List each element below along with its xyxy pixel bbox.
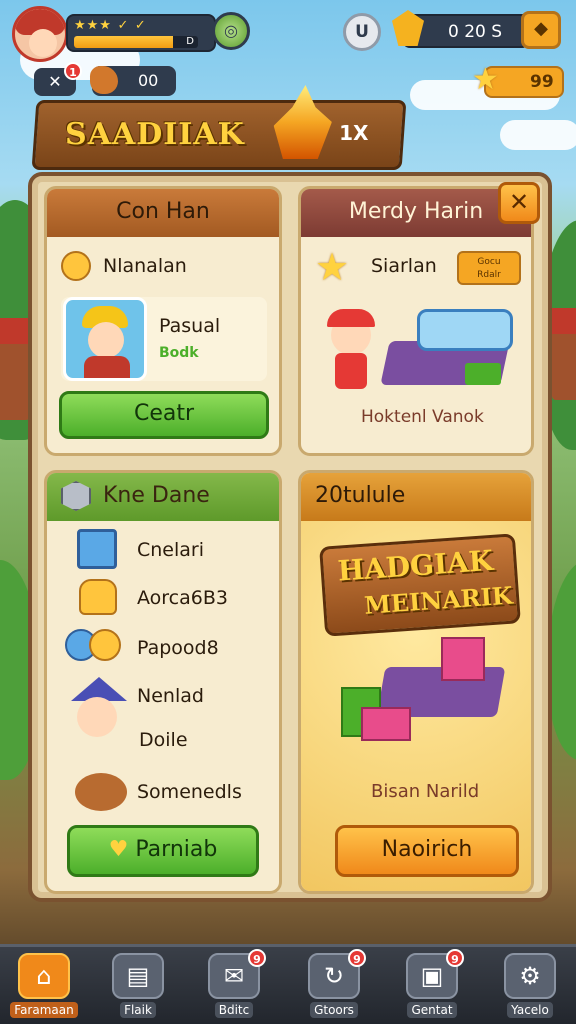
nav-item-home[interactable]: ⌂ Faramaan	[8, 953, 80, 1023]
nav-label: Gentat	[407, 1002, 457, 1018]
nav-item-chest[interactable]: ▣ 9 Gentat	[396, 949, 468, 1023]
cards-icon: ▤	[112, 953, 164, 999]
promo-button[interactable]: Naoirich	[335, 825, 519, 877]
list-item[interactable]: Cnelari	[137, 539, 204, 561]
notification-badge: 9	[348, 949, 366, 967]
coin-icon[interactable]: ◎	[212, 12, 250, 50]
xp-panel: ★★★ ✓ ✓ D	[66, 14, 216, 52]
folder-icon	[77, 529, 117, 569]
coin-icon	[61, 251, 91, 281]
resource-value: 00	[138, 71, 159, 90]
add-gems-button[interactable]: ◆	[521, 11, 561, 49]
pet-icon	[75, 773, 127, 811]
star-value: 99	[530, 72, 554, 92]
row-label: Siarlan	[371, 255, 437, 277]
card-caption: Bisan Narild	[371, 781, 480, 802]
heart-icon: ♥	[108, 837, 129, 862]
nav-item-settings[interactable]: ⚙ Yacelo	[494, 953, 566, 1023]
item-title: Pasual	[159, 315, 221, 337]
nav-item-mail[interactable]: ✉ 9 Bditc	[198, 949, 270, 1023]
notification-badge: 9	[248, 949, 266, 967]
item-subtitle: Bodk	[159, 345, 199, 361]
offer-tag[interactable]: Gocu Rdalr	[457, 251, 521, 285]
claim-button-label: Parniab	[135, 837, 218, 862]
card-title: Merdy Harin	[301, 189, 531, 237]
resource-counter[interactable]: 00	[90, 66, 176, 96]
card-kne-dane: Kne Dane Cnelari Aorca6B3 Papood8 Nenlad…	[44, 470, 282, 894]
xp-progress-bar: D	[74, 36, 198, 48]
row-label: Nlanalan	[103, 255, 187, 277]
card-title: Con Han	[47, 189, 279, 237]
notification-badge: 9	[446, 949, 464, 967]
offer-illustration	[325, 309, 515, 399]
title-banner: SAADIIAK 1X	[31, 100, 407, 170]
card-title: 20tulule	[301, 473, 531, 521]
xp-end: D	[186, 36, 194, 47]
gem-value: 0 20 S	[448, 22, 503, 42]
nav-label: Gtoors	[310, 1002, 358, 1018]
sale-line-1: HADGIAK	[336, 543, 495, 588]
helmet-icon	[79, 579, 117, 615]
nav-label: Yacelo	[507, 1002, 553, 1018]
nav-label: Faramaan	[10, 1002, 78, 1018]
home-icon: ⌂	[18, 953, 70, 999]
gift-illustration	[341, 637, 506, 747]
coin-gold-icon	[89, 629, 121, 661]
page-title: SAADIIAK	[65, 117, 245, 152]
list-item[interactable]: Somenedls	[137, 781, 242, 803]
nav-item-cards[interactable]: ▤ Flaik	[102, 953, 174, 1023]
star-icon: ★	[315, 245, 350, 289]
player-avatar[interactable]	[12, 6, 68, 62]
close-chip[interactable]: ✕ 1	[34, 62, 82, 96]
level-stars: ★★★ ✓ ✓	[74, 18, 147, 33]
close-button[interactable]: ✕	[498, 182, 540, 224]
nav-label: Flaik	[120, 1002, 156, 1018]
close-icon: ✕	[508, 188, 530, 216]
sale-line-2: MEINARIK	[363, 580, 514, 620]
character-portrait[interactable]	[63, 297, 147, 381]
close-icon: ✕	[48, 72, 62, 91]
resource-icon	[90, 66, 118, 94]
title-multiplier: 1X	[339, 121, 369, 145]
card-con-han: Con Han Nlanalan Pasual Bodk Ceatr	[44, 186, 282, 456]
nav-item-refresh[interactable]: ↻ 9 Gtoors	[298, 949, 370, 1023]
nav-label: Bditc	[214, 1002, 254, 1018]
sale-banner: HADGIAK MEINARIK	[319, 533, 521, 637]
claim-button[interactable]: ♥ Parniab	[67, 825, 259, 877]
list-item[interactable]: Papood8	[137, 637, 219, 659]
u-button[interactable]: U	[343, 13, 381, 51]
settings-icon: ⚙	[504, 953, 556, 999]
list-item[interactable]: Nenlad	[137, 685, 204, 707]
list-item[interactable]: Doile	[139, 729, 188, 751]
bottom-nav: ⌂ Faramaan ▤ Flaik ✉ 9 Bditc ↻ 9 Gtoors …	[0, 944, 576, 1024]
card-merdy-harin: Merdy Harin ★ Siarlan Gocu Rdalr Hoktenl…	[298, 186, 534, 456]
create-button[interactable]: Ceatr	[59, 391, 269, 439]
card-caption: Hoktenl Vanok	[361, 407, 484, 427]
star-icon: ★	[472, 62, 499, 97]
wizard-character	[67, 677, 131, 747]
list-item[interactable]: Aorca6B3	[137, 587, 228, 609]
notification-badge: 1	[64, 62, 82, 80]
